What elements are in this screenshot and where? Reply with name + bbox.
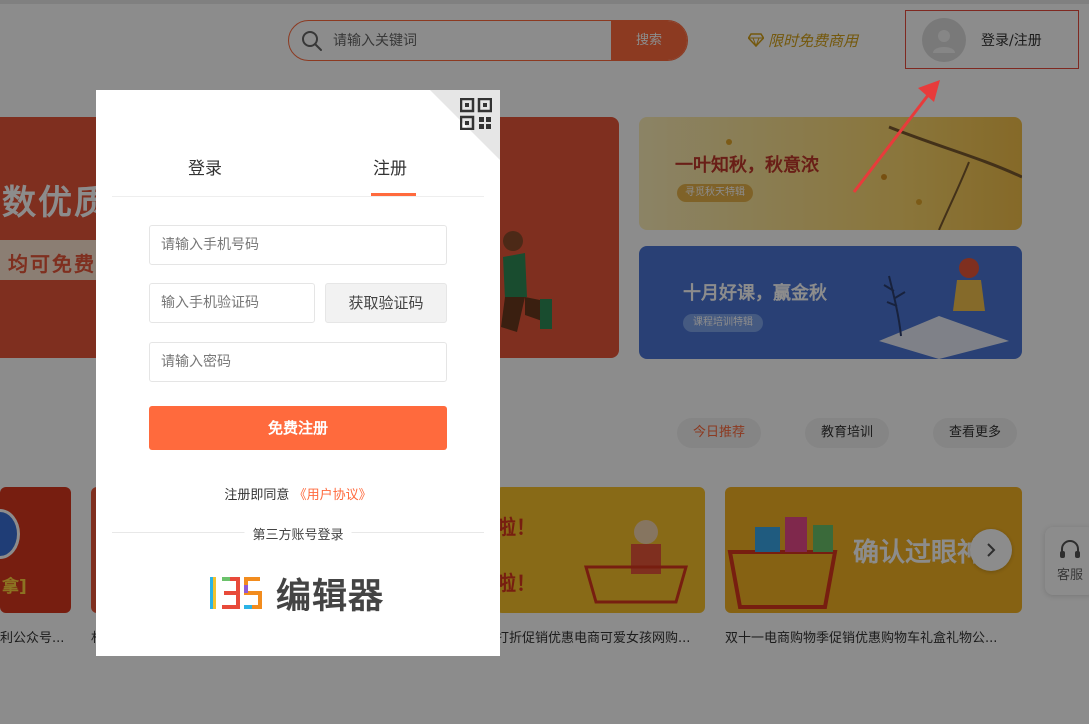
- logo-135-icon: [210, 577, 262, 609]
- third-party-label: 第三方账号登录: [244, 524, 352, 543]
- tab-register[interactable]: 注册: [373, 154, 407, 179]
- active-tab-indicator: [371, 193, 416, 196]
- register-modal: 登录 注册 获取验证码 免费注册 注册即同意 《用户协议》 第三方账号登录 编辑…: [96, 90, 500, 656]
- phone-input[interactable]: [149, 225, 447, 265]
- register-button[interactable]: 免费注册: [149, 406, 447, 450]
- annotation-arrow-icon: [852, 80, 940, 193]
- brand-name: 编辑器: [276, 576, 385, 617]
- agreement-prefix: 注册即同意: [224, 488, 290, 503]
- user-agreement-link[interactable]: 《用户协议》: [294, 488, 372, 503]
- get-code-button[interactable]: 获取验证码: [325, 283, 447, 323]
- third-party-divider: 第三方账号登录: [112, 524, 484, 543]
- brand-logo: 编辑器: [208, 572, 384, 617]
- auth-tabs: 登录 注册: [112, 90, 484, 197]
- tab-login[interactable]: 登录: [188, 154, 222, 179]
- password-input[interactable]: [149, 342, 447, 382]
- agreement-line: 注册即同意 《用户协议》: [96, 484, 500, 503]
- verification-code-input[interactable]: [149, 283, 315, 323]
